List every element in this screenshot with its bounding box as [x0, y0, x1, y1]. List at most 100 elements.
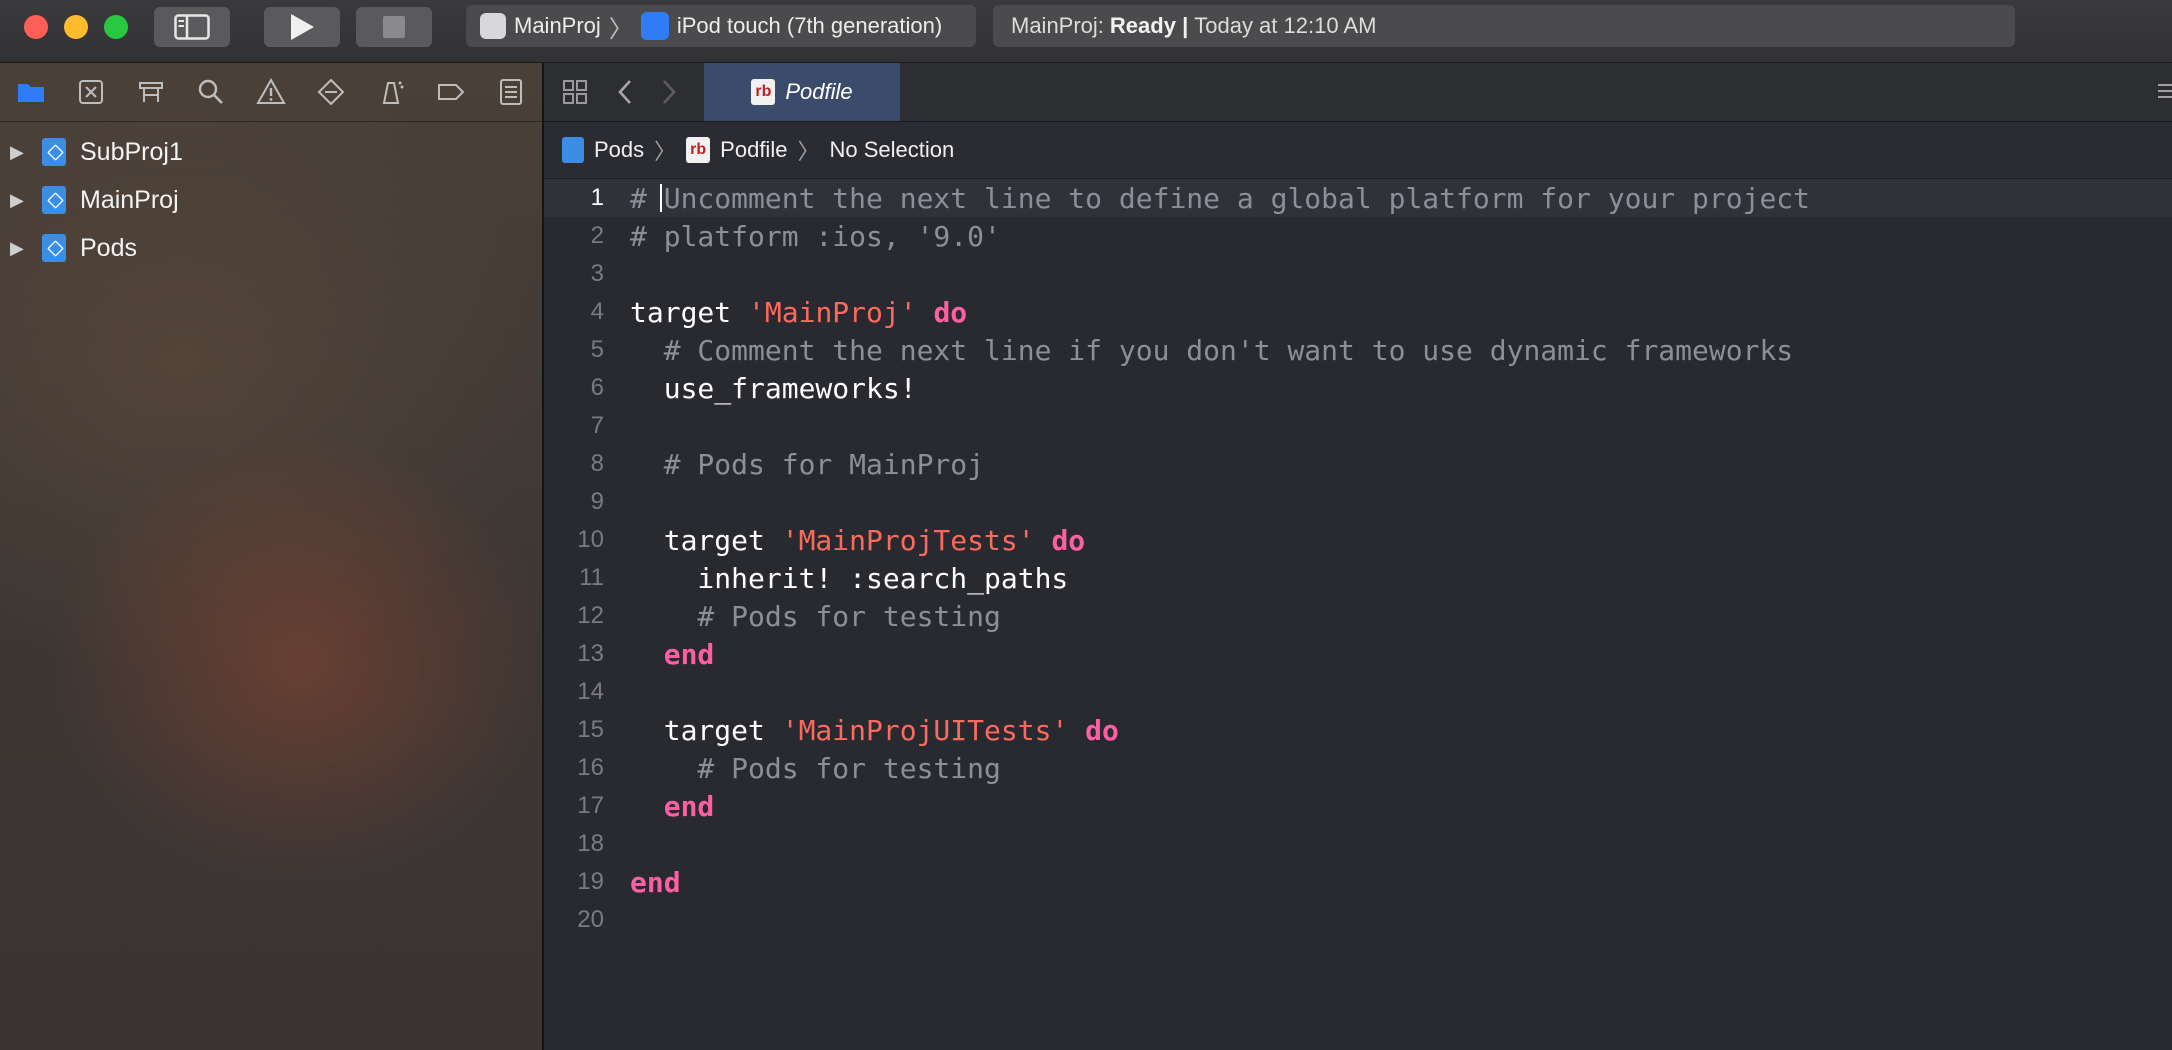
breakpoint-icon[interactable] [434, 75, 468, 109]
navigator-toggle-button[interactable] [154, 7, 230, 47]
code-line[interactable]: 19 end [544, 863, 2172, 901]
code-token: # Pods for testing [630, 599, 1001, 633]
back-chevron-icon[interactable] [608, 75, 642, 109]
tree-item-pods[interactable]: ▶ Pods [0, 224, 542, 272]
code-area[interactable]: 1 # Uncomment the next line to define a g… [544, 179, 2172, 939]
run-button[interactable] [264, 7, 340, 47]
source-editor: rb Podfile Pods 〉 rb Podfile 〉 No Select… [544, 63, 2172, 1050]
app-icon [480, 13, 506, 39]
scheme-selector[interactable]: MainProj 〉 iPod touch (7th generation) [466, 5, 976, 47]
source-control-icon[interactable] [74, 75, 108, 109]
jumpbar-project[interactable]: Pods [594, 137, 644, 163]
line-number: 7 [590, 412, 604, 439]
line-number: 4 [590, 298, 604, 325]
code-token: 'MainProjUITests' [781, 713, 1069, 747]
line-number: 12 [577, 602, 604, 629]
line-number: 10 [577, 526, 604, 553]
code-line[interactable]: 6 use_frameworks! [544, 369, 2172, 407]
code-line[interactable]: 12 # Pods for testing [544, 597, 2172, 635]
symbol-icon[interactable] [134, 75, 168, 109]
tree-item-subproj1[interactable]: ▶ SubProj1 [0, 128, 542, 176]
code-line[interactable]: 17 end [544, 787, 2172, 825]
code-line[interactable]: 16 # Pods for testing [544, 749, 2172, 787]
line-number: 8 [590, 450, 604, 477]
code-line[interactable]: 13 end [544, 635, 2172, 673]
minimize-window-button[interactable] [64, 15, 88, 39]
jumpbar-file[interactable]: Podfile [720, 137, 787, 163]
code-line[interactable]: 7 [544, 407, 2172, 445]
line-text: # Uncomment the next line to define a gl… [630, 182, 1810, 215]
code-line[interactable]: 9 [544, 483, 2172, 521]
xcode-project-icon [42, 186, 66, 214]
code-line[interactable]: 18 [544, 825, 2172, 863]
navigator-tab-bar [0, 63, 542, 122]
code-token: # Comment the next line if you don't wan… [630, 333, 1794, 367]
jumpbar-selection[interactable]: No Selection [829, 137, 954, 163]
code-line[interactable]: 20 [544, 901, 2172, 939]
line-number: 19 [577, 868, 604, 895]
code-line[interactable]: 14 [544, 673, 2172, 711]
code-token: do [1085, 713, 1119, 747]
stop-button[interactable] [356, 7, 432, 47]
activity-time: Today at 12:10 AM [1194, 13, 1377, 38]
debug-icon[interactable] [374, 75, 408, 109]
code-token: do [933, 295, 968, 329]
code-line[interactable]: 4 target 'MainProj' do [544, 293, 2172, 331]
zoom-window-button[interactable] [104, 15, 128, 39]
activity-project: MainProj: [1011, 13, 1104, 38]
code-token: do [1051, 523, 1086, 557]
xcode-project-icon [42, 138, 66, 166]
code-token: # Uncomment the next line to define a gl… [630, 181, 1811, 215]
code-line[interactable]: 8 # Pods for MainProj [544, 445, 2172, 483]
chevron-right-icon: 〉 [608, 15, 633, 43]
code-line[interactable]: 10 target 'MainProjTests' do [544, 521, 2172, 559]
forward-chevron-icon[interactable] [652, 75, 686, 109]
find-icon[interactable] [194, 75, 228, 109]
code-token: end [663, 789, 715, 823]
code-line[interactable]: 2 # platform :ios, '9.0' [544, 217, 2172, 255]
code-line[interactable]: 3 [544, 255, 2172, 293]
activity-view: MainProj: Ready | Today at 12:10 AM [993, 5, 2015, 47]
line-number: 5 [590, 336, 604, 363]
line-number: 13 [577, 640, 604, 667]
scheme-device-label[interactable]: iPod touch (7th generation) [677, 13, 942, 39]
disclosure-triangle-icon[interactable]: ▶ [10, 142, 26, 163]
line-text: # Pods for MainProj [630, 448, 984, 481]
report-icon[interactable] [494, 75, 528, 109]
close-window-button[interactable] [24, 15, 48, 39]
line-number: 15 [577, 716, 604, 743]
device-icon [640, 12, 669, 40]
tab-podfile[interactable]: rb Podfile [704, 63, 900, 121]
project-tree: ▶ SubProj1 ▶ MainProj ▶ Pods [0, 122, 542, 272]
tree-item-label: MainProj [80, 185, 179, 214]
code-line[interactable]: 15 target 'MainProjUITests' do [544, 711, 2172, 749]
editor-options-icon[interactable] [2154, 77, 2172, 107]
line-text: end [630, 866, 681, 899]
folder-icon[interactable] [14, 75, 48, 109]
test-icon[interactable] [314, 75, 348, 109]
tree-item-mainproj[interactable]: ▶ MainProj [0, 176, 542, 224]
code-line[interactable]: 5 # Comment the next line if you don't w… [544, 331, 2172, 369]
line-text: # Comment the next line if you don't wan… [630, 334, 1793, 367]
line-text: target 'MainProjUITests' do [630, 714, 1119, 747]
code-token: # platform :ios, '9.0' [630, 219, 1001, 253]
line-number: 6 [590, 374, 604, 401]
xcode-project-icon [562, 137, 584, 163]
code-line[interactable]: 11 inherit! :search_paths [544, 559, 2172, 597]
code-line[interactable]: 1 # Uncomment the next line to define a g… [544, 179, 2172, 217]
stop-icon [383, 16, 405, 38]
code-token: use_frameworks! [630, 371, 917, 405]
disclosure-triangle-icon[interactable]: ▶ [10, 238, 26, 259]
code-token: inherit! :search_paths [630, 561, 1069, 595]
line-number: 9 [590, 488, 604, 515]
chevron-right-icon: 〉 [654, 139, 677, 164]
disclosure-triangle-icon[interactable]: ▶ [10, 190, 26, 211]
line-text: inherit! :search_paths [630, 562, 1068, 595]
issue-icon[interactable] [254, 75, 288, 109]
editor-tab-bar: rb Podfile [544, 63, 2172, 122]
window-toolbar: MainProj 〉 iPod touch (7th generation) M… [0, 0, 2172, 63]
related-items-grid-icon[interactable] [558, 75, 592, 109]
